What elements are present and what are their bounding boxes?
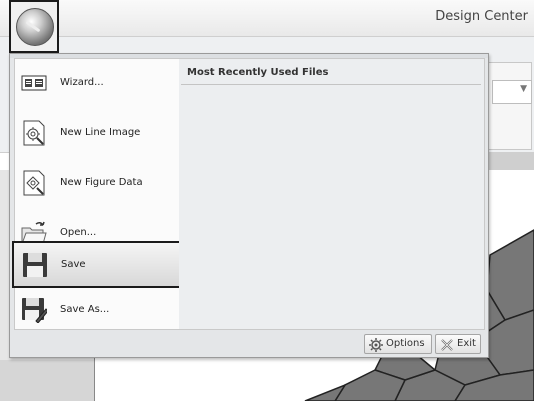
title-bar: Design Center [0,0,534,37]
exit-button[interactable]: Exit [435,334,481,354]
app-title: Design Center [435,9,528,24]
recent-files-panel: Most Recently Used Files [179,58,485,330]
menu-item-label: Save [61,259,86,270]
menu-item-label: New Line Image [60,127,141,138]
ribbon-strip [486,152,534,170]
menu-item-wizard[interactable]: Wizard... [15,61,179,106]
menu-item-label: Open... [60,227,97,238]
menu-item-label: New Figure Data [60,177,143,188]
app-logo-icon [16,8,54,46]
save-disk-icon [23,253,47,277]
options-label: Options [386,338,425,349]
ribbon-group [486,62,532,150]
chevron-down-icon: ▼ [520,84,527,94]
menu-item-label: Wizard... [60,77,104,88]
gear-icon [369,338,383,352]
menu-item-save[interactable]: Save [12,241,181,288]
application-menu: Wizard... New Line Image New Figure Data [9,53,489,358]
new-line-image-icon [23,120,45,146]
menu-item-new-figure-data[interactable]: New Figure Data [15,161,179,206]
menu-command-list: Wizard... New Line Image New Figure Data [12,58,181,333]
options-button[interactable]: Options [364,334,432,354]
menu-item-new-line-image[interactable]: New Line Image [15,111,179,156]
divider [181,84,481,85]
application-button[interactable] [9,0,59,53]
exit-label: Exit [457,338,476,349]
close-icon [441,339,453,351]
recent-files-title: Most Recently Used Files [187,67,329,78]
new-figure-data-icon [23,170,45,196]
menu-item-label: Save As... [60,304,110,315]
save-as-icon [22,298,47,323]
menu-item-save-as[interactable]: Save As... [15,288,179,333]
wizard-icon [21,75,47,91]
ribbon-dropdown[interactable]: ▼ [492,80,532,104]
